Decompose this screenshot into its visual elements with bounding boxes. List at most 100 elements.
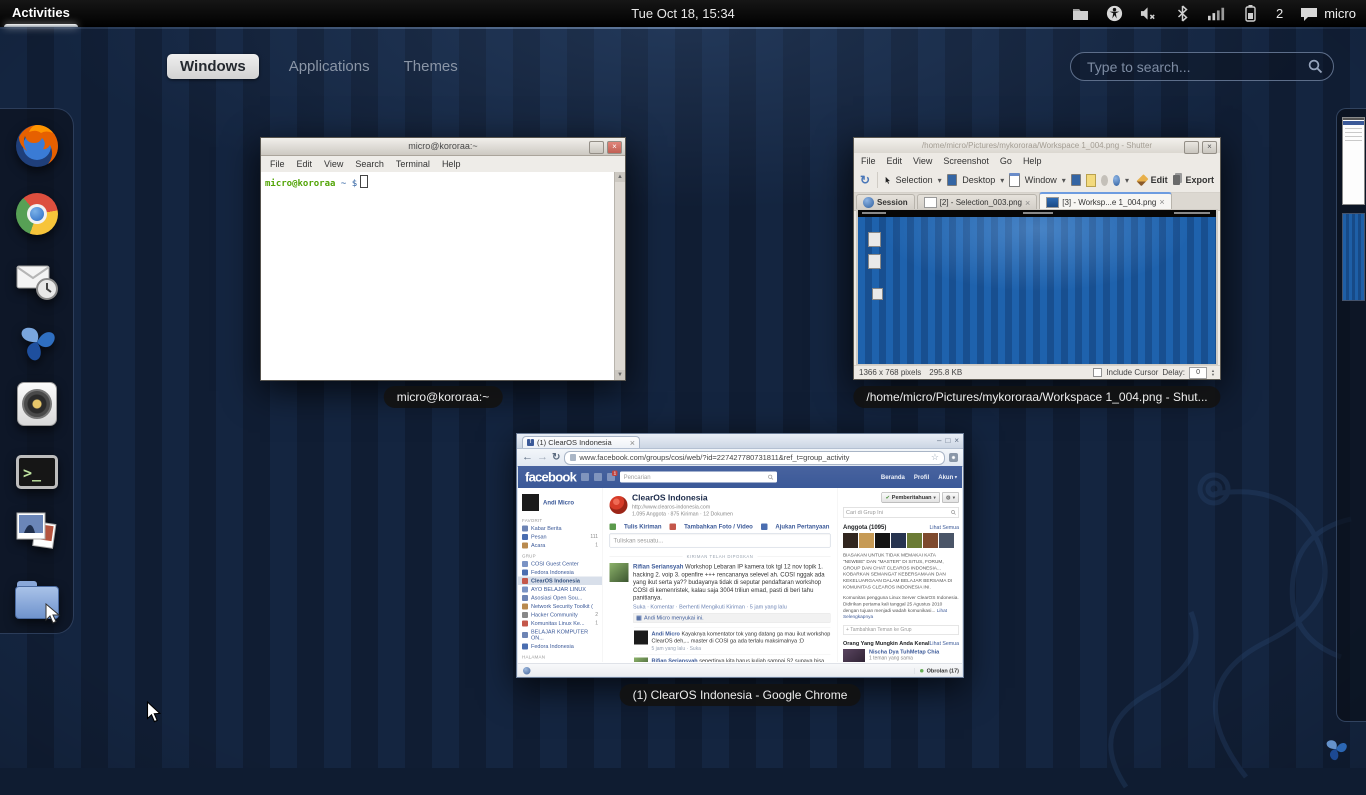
group-about: Komunitas pengguna Linux Server ClearOS … bbox=[843, 594, 959, 620]
close-icon bbox=[1159, 197, 1164, 207]
facebook-left-nav: Andi Micro FAVORIT Kabar Berita Pesan 111… bbox=[518, 488, 602, 662]
dock-firefox-icon[interactable] bbox=[13, 122, 61, 170]
selection-button: Selection bbox=[895, 175, 933, 185]
facebook-header: facebook 1 Pencarian Beranda Profil Akun bbox=[518, 466, 962, 488]
terminal-window-thumbnail[interactable]: micro@kororaa:~ × File Edit View Search … bbox=[260, 137, 626, 381]
dock-music-player-icon[interactable] bbox=[13, 380, 61, 428]
dock-evolution-icon[interactable] bbox=[13, 256, 61, 304]
workspace-1-thumbnail[interactable] bbox=[1342, 117, 1365, 205]
nav-profile: Profil bbox=[913, 473, 930, 481]
activities-button[interactable]: Activities bbox=[0, 0, 82, 27]
prompt-symbol: $ bbox=[351, 179, 358, 189]
check-icon bbox=[886, 495, 890, 501]
edit-button: Edit bbox=[1150, 175, 1168, 185]
facebook-logo: facebook bbox=[525, 469, 577, 485]
shutter-title: /home/micro/Pictures/mykororaa/Workspace… bbox=[921, 141, 1153, 150]
shutter-window-thumbnail[interactable]: /home/micro/Pictures/mykororaa/Workspace… bbox=[853, 137, 1221, 380]
dock-terminal-icon[interactable]: >_ bbox=[13, 448, 61, 496]
chrome-window-thumbnail[interactable]: f (1) ClearOS Indonesia –□× www.facebook… bbox=[516, 433, 964, 678]
write-post-icon bbox=[609, 523, 616, 530]
group-item: Fedora Indonesia bbox=[518, 642, 602, 651]
menu-view: View bbox=[324, 159, 344, 169]
desktop-button: Desktop bbox=[962, 175, 996, 185]
messages-icon bbox=[594, 473, 603, 481]
overview-search[interactable] bbox=[1070, 52, 1334, 81]
reload-icon bbox=[552, 452, 560, 463]
page-item: ClearOS Indonesia bbox=[518, 661, 602, 662]
accessibility-icon[interactable] bbox=[1106, 5, 1123, 22]
dock-chrome-icon[interactable] bbox=[13, 190, 61, 238]
menu-go: Go bbox=[999, 155, 1012, 166]
bluetooth-icon[interactable] bbox=[1174, 5, 1191, 22]
wrench-menu-icon bbox=[949, 453, 958, 462]
tab-selection-003: [2] - Selection_003.png bbox=[916, 194, 1038, 210]
tab-thumbnail bbox=[1046, 196, 1060, 208]
tab-applications[interactable]: Applications bbox=[285, 54, 374, 79]
window-button: Window bbox=[1024, 175, 1057, 185]
nav-pesan: Pesan 111 bbox=[518, 533, 602, 542]
chat-toggle: Obrolan (17) bbox=[914, 667, 959, 674]
group-logo bbox=[609, 496, 628, 514]
group-name: ClearOS Indonesia bbox=[632, 493, 708, 503]
shutter-menubar: File Edit View Screenshot Go Help bbox=[854, 153, 1220, 168]
terminal-prompt: micro@kororaa ~ $ bbox=[261, 172, 615, 380]
pymk-suggestion: Nischa Dya TuhMetap Chia 1 teman yang sa… bbox=[843, 649, 959, 662]
dock-photos-icon[interactable] bbox=[13, 508, 61, 556]
friend-requests-icon bbox=[581, 473, 590, 481]
include-cursor-label: Include Cursor bbox=[1106, 368, 1159, 377]
chrome-window-label: (1) ClearOS Indonesia - Google Chrome bbox=[619, 684, 861, 706]
add-member-input: + Tambahkan Teman ke Grup bbox=[843, 625, 959, 636]
user-menu[interactable]: micro bbox=[1300, 6, 1356, 21]
search-icon bbox=[951, 510, 956, 515]
menu-file: File bbox=[270, 159, 285, 169]
volume-muted-icon[interactable] bbox=[1140, 5, 1157, 22]
nav-home: Beranda bbox=[880, 473, 905, 481]
feed-post: Rifian Seriansyah Workshop Lebaran IP ka… bbox=[609, 563, 831, 662]
wallpaper-flourish bbox=[1108, 472, 1352, 789]
tab-windows[interactable]: Windows bbox=[167, 54, 259, 79]
tab-themes[interactable]: Themes bbox=[400, 54, 462, 79]
export-button: Export bbox=[1185, 175, 1214, 185]
dock-shutter-icon[interactable] bbox=[13, 318, 61, 366]
online-dot bbox=[920, 669, 924, 673]
network-signal-icon[interactable] bbox=[1207, 5, 1225, 22]
avatar bbox=[634, 657, 648, 662]
workspace-2-thumbnail[interactable] bbox=[1342, 213, 1365, 301]
overview-mode-tabs: Windows Applications Themes bbox=[167, 54, 462, 79]
tab-workspace-004: [3] - Worksp...e 1_004.png bbox=[1039, 192, 1172, 210]
post-meta: Suka · Komentar · Berhenti Mengikuti Kir… bbox=[633, 603, 787, 610]
member-avatars bbox=[843, 533, 959, 548]
facebook-main-column: ClearOS Indonesia http://www.clearos-ind… bbox=[602, 488, 838, 662]
search-input[interactable] bbox=[1085, 57, 1308, 76]
group-item: Komunitas Linux Ke... 1 bbox=[518, 619, 602, 628]
group-item: COSI Guest Center bbox=[518, 560, 602, 569]
notification-badge: 1 bbox=[612, 470, 618, 476]
image-filesize: 295.8 KB bbox=[929, 368, 963, 377]
group-stats: 1.095 Anggota · 875 Kiriman · 12 Dokumen bbox=[632, 511, 733, 517]
facebook-page: facebook 1 Pencarian Beranda Profil Akun bbox=[518, 466, 962, 676]
search-icon bbox=[768, 474, 774, 480]
tooltip-icon bbox=[1086, 173, 1096, 187]
nav-acara: Acara 1 bbox=[518, 541, 602, 550]
avatar bbox=[522, 494, 539, 511]
section-favorit: FAVORIT bbox=[522, 518, 543, 523]
clock[interactable]: Tue Oct 18, 15:34 bbox=[631, 6, 735, 21]
window-controls: – □ × bbox=[937, 436, 959, 445]
terminal-window-label: micro@kororaa:~ bbox=[383, 386, 503, 408]
dock-files-icon[interactable] bbox=[13, 578, 61, 626]
close-icon: × bbox=[1202, 141, 1217, 154]
composer-input: Tuliskan sesuatu... bbox=[609, 533, 831, 548]
files-icon[interactable] bbox=[1072, 5, 1089, 22]
tab-title: (1) ClearOS Indonesia bbox=[537, 438, 612, 447]
notification-count[interactable]: 2 bbox=[1276, 6, 1283, 21]
disabled-icon bbox=[1100, 174, 1108, 186]
delay-spinner: ▲ ▼ bbox=[1211, 367, 1215, 377]
battery-icon[interactable] bbox=[1242, 5, 1259, 22]
selection-cursor-icon bbox=[885, 176, 890, 184]
mouse-cursor bbox=[146, 700, 163, 728]
close-icon: × bbox=[607, 141, 622, 154]
group-item: Network Security Toolkit ( bbox=[518, 602, 602, 611]
ask-question-icon bbox=[760, 523, 768, 530]
chrome-viewport: facebook 1 Pencarian Beranda Profil Akun bbox=[518, 466, 962, 676]
minimize-icon bbox=[1184, 141, 1199, 154]
